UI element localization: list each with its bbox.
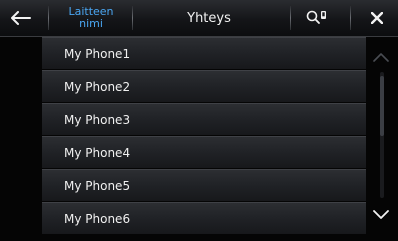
list-item[interactable]: My Phone4 xyxy=(42,136,366,168)
tab-device-name[interactable]: Laitteen nimi xyxy=(52,0,130,36)
chevron-up-icon xyxy=(373,53,389,62)
device-list: My Phone1 My Phone2 My Phone3 My Phone4 … xyxy=(42,37,366,235)
search-device-button[interactable] xyxy=(296,0,338,36)
header-divider xyxy=(290,6,291,30)
header-divider xyxy=(350,6,351,30)
scroll-up-button[interactable] xyxy=(368,42,394,72)
header-divider xyxy=(132,6,133,30)
device-name: My Phone5 xyxy=(64,178,131,193)
device-name: My Phone2 xyxy=(64,79,131,94)
device-name: My Phone3 xyxy=(64,112,131,127)
device-name: My Phone1 xyxy=(64,46,131,61)
search-device-icon xyxy=(306,10,326,24)
list-item[interactable]: My Phone3 xyxy=(42,103,366,135)
bluetooth-device-list-screen: Laitteen nimi Yhteys My Phone1 My Phone2… xyxy=(0,0,398,241)
list-item[interactable]: My Phone6 xyxy=(42,202,366,234)
tab-connection[interactable]: Yhteys xyxy=(134,0,284,36)
arrow-left-icon xyxy=(11,11,31,25)
list-item[interactable]: My Phone2 xyxy=(42,70,366,102)
tab-connection-label: Yhteys xyxy=(187,10,231,26)
chevron-down-icon xyxy=(373,210,389,219)
list-item[interactable]: My Phone5 xyxy=(42,169,366,201)
close-icon xyxy=(371,12,383,24)
header-bar: Laitteen nimi Yhteys xyxy=(0,0,398,37)
device-name: My Phone6 xyxy=(64,211,131,226)
scroll-down-button[interactable] xyxy=(368,200,394,230)
scrollbar-thumb[interactable] xyxy=(380,76,384,136)
device-name: My Phone4 xyxy=(64,145,131,160)
back-button[interactable] xyxy=(0,0,42,36)
list-item[interactable]: My Phone1 xyxy=(42,37,366,69)
header-divider xyxy=(48,6,49,30)
tab-device-name-line2: nimi xyxy=(79,17,103,30)
close-button[interactable] xyxy=(356,0,398,36)
